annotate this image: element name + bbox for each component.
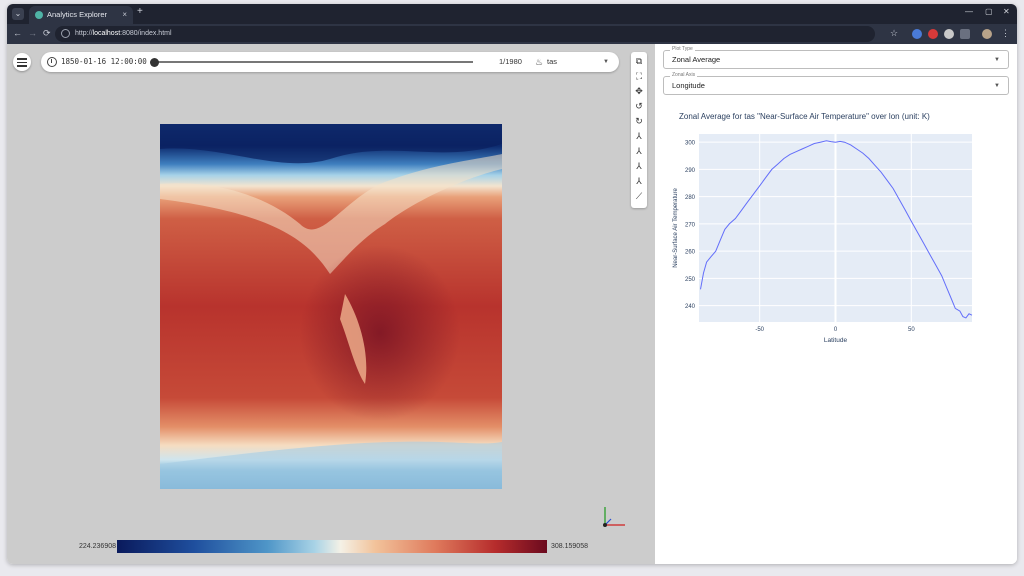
- y-tick-label: 250: [685, 277, 696, 283]
- tab-search-icon[interactable]: ⌄: [12, 8, 24, 20]
- hamburger-menu-button[interactable]: [13, 53, 31, 71]
- x-tick-label: 0: [834, 327, 838, 333]
- reload-button[interactable]: ⟳: [43, 28, 51, 39]
- minimize-button[interactable]: —: [965, 7, 973, 16]
- line-chart-icon[interactable]: ⟋: [631, 190, 647, 202]
- x-tick-label: 50: [908, 327, 915, 333]
- frame-counter: 1/1980: [499, 57, 522, 66]
- tab-title: Analytics Explorer: [47, 10, 108, 19]
- field-select[interactable]: tas: [547, 52, 557, 72]
- plot-type-value: Zonal Average: [672, 55, 721, 64]
- chevron-down-icon: ▼: [994, 57, 1000, 63]
- url-path: :8080/index.html: [120, 30, 172, 37]
- axis-z-icon[interactable]: ⅄: [631, 160, 647, 172]
- x-tick-label: -50: [755, 327, 764, 333]
- extension-s-icon[interactable]: [944, 29, 954, 39]
- y-tick-label: 300: [685, 141, 696, 147]
- tab-analytics-explorer[interactable]: Analytics Explorer ×: [29, 6, 133, 24]
- bookmark-star-icon[interactable]: ☆: [890, 28, 898, 39]
- app-root: 1850-01-16 12:00:00 1/1980 ♨ tas ▼ ⧉ ⛶ ✥ ↺ ↻…: [7, 44, 1017, 564]
- rotate-left-icon[interactable]: ↺: [631, 100, 647, 112]
- tab-close-icon[interactable]: ×: [122, 6, 127, 24]
- view-toolbar: ⧉ ⛶ ✥ ↺ ↻ ⅄ ⅄ ⅄ ⅄ ⟋: [631, 52, 647, 208]
- url-field[interactable]: http://localhost:8080/index.html: [55, 26, 875, 42]
- forward-button[interactable]: →: [28, 28, 37, 38]
- menu-line-icon: [17, 58, 27, 60]
- browser-menu-icon[interactable]: ⋮: [1001, 28, 1010, 39]
- crop-icon[interactable]: ⧉: [631, 55, 647, 67]
- time-slider-thumb[interactable]: [150, 57, 159, 67]
- fullscreen-icon[interactable]: ⛶: [631, 70, 647, 82]
- timestamp-label: 1850-01-16 12:00:00: [61, 57, 147, 66]
- orientation-axes-widget: [603, 507, 625, 527]
- url-host: localhost: [92, 30, 121, 37]
- favicon-icon: [35, 11, 43, 19]
- side-panel: Plot Type Zonal Average ▼ Zonal Axis Lon…: [655, 44, 1017, 564]
- maximize-button[interactable]: ▢: [985, 7, 993, 16]
- menu-line-icon: [17, 61, 27, 63]
- new-tab-button[interactable]: +: [137, 6, 143, 17]
- chart-title: Zonal Average for tas "Near-Surface Air …: [679, 112, 930, 121]
- menu-line-icon: [17, 65, 27, 67]
- y-tick-label: 280: [685, 195, 696, 201]
- paint-bucket-icon: ♨: [535, 57, 544, 67]
- close-window-button[interactable]: ✕: [1003, 7, 1010, 16]
- profile-avatar[interactable]: [982, 29, 992, 39]
- extension-shield-icon[interactable]: [912, 29, 922, 39]
- zonal-average-chart[interactable]: 240 250 260 270 280 290 300 -50 0 50 Latitude Near-…: [655, 124, 1017, 354]
- axis-x-icon[interactable]: ⅄: [631, 130, 647, 142]
- clock-icon: [47, 57, 57, 67]
- y-tick-label: 270: [685, 222, 696, 228]
- temperature-heatmap[interactable]: [160, 124, 502, 489]
- y-tick-label: 240: [685, 304, 696, 310]
- colorbar-min-label: 224.236908: [79, 543, 116, 550]
- address-bar-row: ← → ⟳ http://localhost:8080/index.html ☆…: [7, 24, 1017, 44]
- back-button[interactable]: ←: [13, 28, 22, 38]
- axis-y-icon[interactable]: ⅄: [631, 145, 647, 157]
- colorbar: [117, 540, 547, 553]
- y-tick-label: 260: [685, 250, 696, 256]
- colorbar-max-label: 308.159058: [551, 543, 588, 550]
- url-prefix: http://: [75, 30, 93, 37]
- render-view[interactable]: 1850-01-16 12:00:00 1/1980 ♨ tas ▼ ⧉ ⛶ ✥ ↺ ↻…: [7, 44, 655, 564]
- y-tick-label: 290: [685, 168, 696, 174]
- extension-adblock-icon[interactable]: [928, 29, 938, 39]
- tab-bar: ⌄ Analytics Explorer × + — ▢ ✕: [7, 4, 1017, 24]
- browser-window: ⌄ Analytics Explorer × + — ▢ ✕ ← → ⟳ htt…: [7, 4, 1017, 564]
- field-dropdown-icon[interactable]: ▼: [603, 52, 609, 72]
- chevron-down-icon: ▼: [994, 83, 1000, 89]
- axis-reset-icon[interactable]: ⅄: [631, 175, 647, 187]
- site-info-icon[interactable]: [61, 29, 70, 38]
- axis-origin: [603, 523, 607, 527]
- move-icon[interactable]: ✥: [631, 85, 647, 97]
- y-axis-label: Near-Surface Air Temperature: [673, 188, 679, 268]
- time-control-bar: 1850-01-16 12:00:00 1/1980 ♨ tas ▼: [41, 52, 619, 72]
- zonal-axis-select[interactable]: Zonal Axis Longitude ▼: [663, 72, 1009, 95]
- x-axis-label: Latitude: [824, 337, 848, 344]
- rotate-right-icon[interactable]: ↻: [631, 115, 647, 127]
- zonal-axis-value: Longitude: [672, 81, 705, 90]
- time-slider-track[interactable]: [153, 61, 473, 63]
- extensions-puzzle-icon[interactable]: [960, 29, 970, 39]
- plot-type-select[interactable]: Plot Type Zonal Average ▼: [663, 46, 1009, 69]
